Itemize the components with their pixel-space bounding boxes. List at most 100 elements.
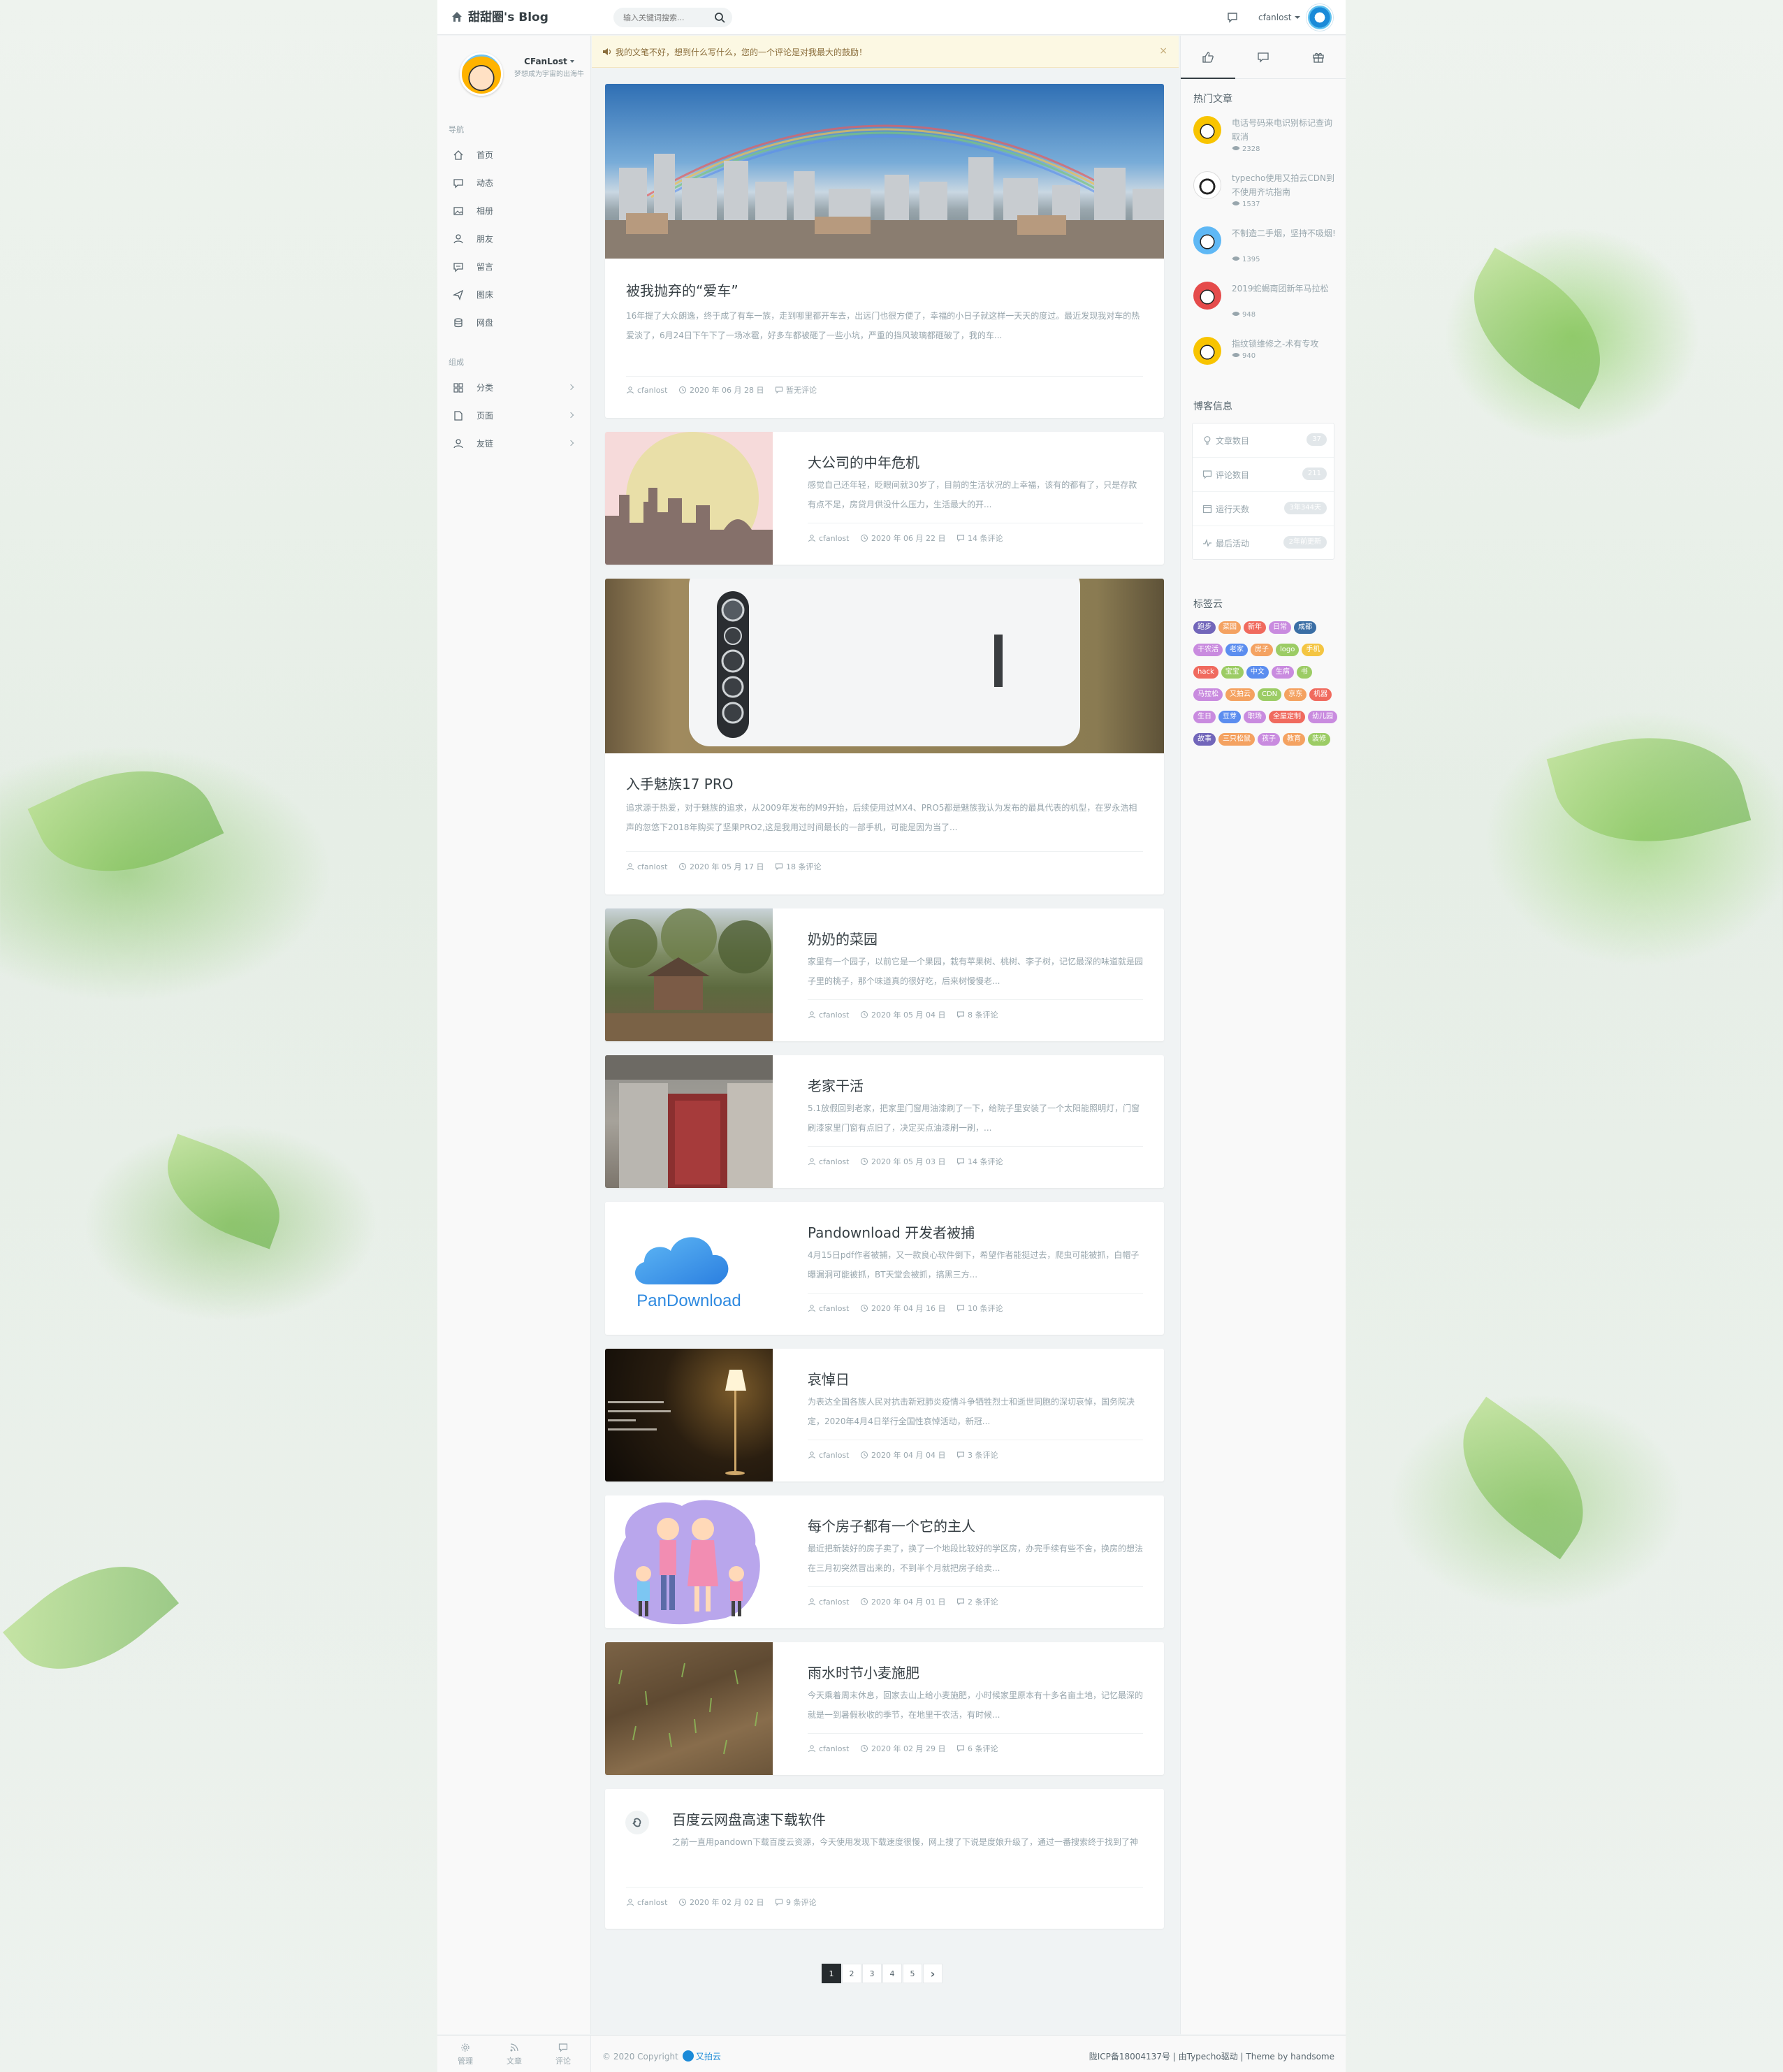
post-author[interactable]: cfanlost (819, 1598, 849, 1607)
tag-chip[interactable]: 京东 (1284, 688, 1307, 701)
sidebar-item-friends[interactable]: 朋友 (437, 225, 591, 253)
post-author[interactable]: cfanlost (819, 1451, 849, 1460)
sidebar-item-home[interactable]: 首页 (437, 141, 591, 169)
post-comments[interactable]: 14 条评论 (968, 534, 1003, 543)
post-title[interactable]: 奶奶的菜园 (808, 928, 878, 948)
post-comments[interactable]: 14 条评论 (968, 1157, 1003, 1166)
tag-chip[interactable]: 马拉松 (1193, 688, 1223, 701)
post-thumbnail[interactable] (605, 1642, 773, 1775)
post-comments[interactable]: 暂无评论 (786, 386, 817, 395)
tag-chip[interactable]: CDN (1258, 688, 1282, 701)
post-card[interactable]: 雨水时节小麦施肥 今天乘着周末休息，回家去山上给小麦施肥，小时候家里原本有十多名… (605, 1642, 1164, 1775)
profile-name[interactable]: CFanLost (514, 57, 584, 66)
post-thumbnail[interactable] (605, 1055, 773, 1188)
tag-chip[interactable]: 老家 (1225, 644, 1248, 656)
post-author[interactable]: cfanlost (637, 386, 667, 395)
post-comments[interactable]: 8 条评论 (968, 1010, 998, 1020)
post-card[interactable]: 奶奶的菜园 家里有一个园子，以前它是一个果园，栽有苹果树、桃树、李子树，记忆最深… (605, 908, 1164, 1041)
tag-chip[interactable]: 教育 (1283, 733, 1305, 746)
post-thumbnail[interactable] (605, 1495, 773, 1628)
tag-chip[interactable]: 干农活 (1193, 644, 1223, 656)
hot-post-item[interactable]: 不制造二手烟，坚持不吸烟! 1395 (1193, 226, 1340, 277)
post-title[interactable]: 被我抛弃的“爱车” (626, 280, 738, 300)
post-title[interactable]: 哀悼日 (808, 1368, 850, 1389)
hot-post-title[interactable]: 指纹锁维修之-术有专攻 (1232, 337, 1337, 351)
post-author[interactable]: cfanlost (819, 1304, 849, 1313)
footer-icp[interactable]: 陇ICP备18004137号 | 由Typecho驱动 | Theme by h… (1089, 2050, 1334, 2062)
tag-chip[interactable]: 菜园 (1218, 621, 1241, 634)
post-card[interactable]: 被我抛弃的“爱车” 16年提了大众朗逸，终于成了有车一族，走到哪里都开车去，出远… (605, 84, 1164, 418)
tag-chip[interactable]: 三只松鼠 (1218, 733, 1255, 746)
user-menu[interactable]: cfanlost (1258, 0, 1301, 35)
post-card[interactable]: 入手魅族17 PRO 追求源于热爱，对于魅族的追求，从2009年发布的M9开始，… (605, 579, 1164, 894)
hot-post-title[interactable]: 电话号码来电识别标记查询取消 (1232, 116, 1337, 144)
tag-chip[interactable]: hack (1193, 666, 1218, 679)
next-page-button[interactable]: › (923, 1964, 943, 1983)
sidebar-item-cloud-drive[interactable]: 网盘 (437, 309, 591, 337)
profile-avatar[interactable] (460, 52, 503, 96)
post-title[interactable]: 每个房子都有一个它的主人 (808, 1515, 975, 1535)
post-thumbnail[interactable] (605, 908, 773, 1041)
hot-post-item[interactable]: 电话号码来电识别标记查询取消 2328 (1193, 116, 1340, 166)
tab-random[interactable] (1291, 36, 1346, 79)
post-comments[interactable]: 2 条评论 (968, 1598, 998, 1607)
post-card[interactable]: 老家干活 5.1放假回到老家，把家里门窗用油漆刷了一下，给院子里安装了一个太阳能… (605, 1055, 1164, 1188)
post-thumbnail[interactable] (605, 432, 773, 565)
tag-chip[interactable]: 新年 (1244, 621, 1266, 634)
tag-chip[interactable]: 装修 (1308, 733, 1330, 746)
sidebar-item-categories[interactable]: 分类 (437, 374, 591, 402)
tag-chip[interactable]: 幼儿园 (1308, 711, 1337, 723)
hot-post-item[interactable]: 指纹锁维修之-术有专攻 940 (1193, 337, 1340, 387)
hot-post-item[interactable]: 2019蛇蝎南团新年马拉松 948 (1193, 282, 1340, 332)
tag-chip[interactable]: 生病 (1271, 666, 1294, 679)
post-author[interactable]: cfanlost (819, 1157, 849, 1166)
sidebar-item-moments[interactable]: 动态 (437, 169, 591, 197)
tag-chip[interactable]: 豆芽 (1218, 711, 1241, 723)
post-thumbnail[interactable]: PanDownload (605, 1202, 773, 1335)
tag-chip[interactable]: 职场 (1244, 711, 1266, 723)
tag-chip[interactable]: 房子 (1251, 644, 1273, 656)
tag-chip[interactable]: 宝宝 (1221, 666, 1244, 679)
sidebar-item-guestbook[interactable]: 留言 (437, 253, 591, 281)
tab-hot[interactable] (1181, 36, 1235, 79)
post-author[interactable]: cfanlost (637, 1898, 667, 1907)
page-5-button[interactable]: 5 (903, 1964, 922, 1983)
post-title[interactable]: 百度云网盘高速下载软件 (672, 1809, 826, 1829)
upyun-link[interactable]: 又拍云 (696, 2052, 721, 2062)
hot-post-item[interactable]: typecho使用又拍云CDN到不使用齐坑指南 1537 (1193, 171, 1340, 222)
tag-chip[interactable]: 日常 (1269, 621, 1291, 634)
sidebar-item-pages[interactable]: 页面 (437, 402, 591, 430)
tag-chip[interactable]: 又拍云 (1225, 688, 1255, 701)
post-comments[interactable]: 9 条评论 (786, 1898, 817, 1907)
post-title[interactable]: Pandownload 开发者被捕 (808, 1222, 975, 1242)
post-title[interactable]: 入手魅族17 PRO (626, 773, 734, 793)
post-card[interactable]: PanDownload Pandownload 开发者被捕 4月15日pdf作者… (605, 1202, 1164, 1335)
tab-comments[interactable] (1236, 36, 1290, 79)
tag-chip[interactable]: 中文 (1246, 666, 1269, 679)
post-card[interactable]: 每个房子都有一个它的主人 最近把新装好的房子卖了，换了一个地段比较好的学区房，办… (605, 1495, 1164, 1628)
page-1-button[interactable]: 1 (822, 1964, 841, 1983)
post-comments[interactable]: 18 条评论 (786, 862, 822, 871)
tag-chip[interactable]: 成都 (1294, 621, 1316, 634)
page-3-button[interactable]: 3 (862, 1964, 882, 1983)
site-brand[interactable]: 甜甜圈's Blog (451, 0, 548, 35)
search-icon[interactable] (713, 10, 727, 24)
hot-post-title[interactable]: typecho使用又拍云CDN到不使用齐坑指南 (1232, 171, 1337, 199)
footer-posts-link[interactable]: 文章 (490, 2043, 539, 2066)
tag-chip[interactable]: 书 (1296, 666, 1312, 679)
post-thumbnail[interactable] (605, 84, 1164, 259)
user-avatar[interactable] (1307, 4, 1333, 31)
sidebar-item-album[interactable]: 相册 (437, 197, 591, 225)
post-author[interactable]: cfanlost (637, 862, 667, 871)
sidebar-item-links[interactable]: 友链 (437, 430, 591, 458)
post-thumbnail[interactable] (605, 1349, 773, 1481)
post-comments[interactable]: 6 条评论 (968, 1744, 998, 1753)
post-card[interactable]: 大公司的中年危机 感觉自己还年轻，眨眼间就30岁了，目前的生活状况的上幸福，该有… (605, 432, 1164, 565)
post-author[interactable]: cfanlost (819, 534, 849, 543)
sidebar-item-imagebed[interactable]: 图床 (437, 281, 591, 309)
post-thumbnail[interactable] (605, 579, 1164, 753)
tag-chip[interactable]: 机器 (1309, 688, 1332, 701)
close-icon[interactable]: × (1159, 45, 1167, 57)
post-title[interactable]: 雨水时节小麦施肥 (808, 1662, 919, 1682)
post-title[interactable]: 老家干活 (808, 1075, 864, 1095)
